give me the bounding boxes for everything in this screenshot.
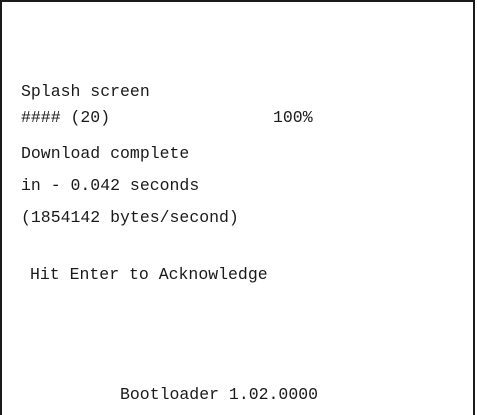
progress-bar-text: #### (20) bbox=[21, 108, 111, 127]
transfer-rate: (1854142 bytes/second) bbox=[21, 208, 239, 227]
progress-percent: 100% bbox=[273, 108, 313, 127]
download-status: Download complete bbox=[21, 144, 190, 163]
terminal-window: Splash screen #### (20) 100% Download co… bbox=[0, 0, 475, 415]
acknowledge-prompt[interactable]: Hit Enter to Acknowledge bbox=[30, 265, 268, 285]
bootloader-version: Bootloader 1.02.0000 bbox=[120, 385, 319, 404]
elapsed-time: in - 0.042 seconds bbox=[21, 176, 200, 195]
splash-screen-title: Splash screen bbox=[21, 82, 150, 101]
